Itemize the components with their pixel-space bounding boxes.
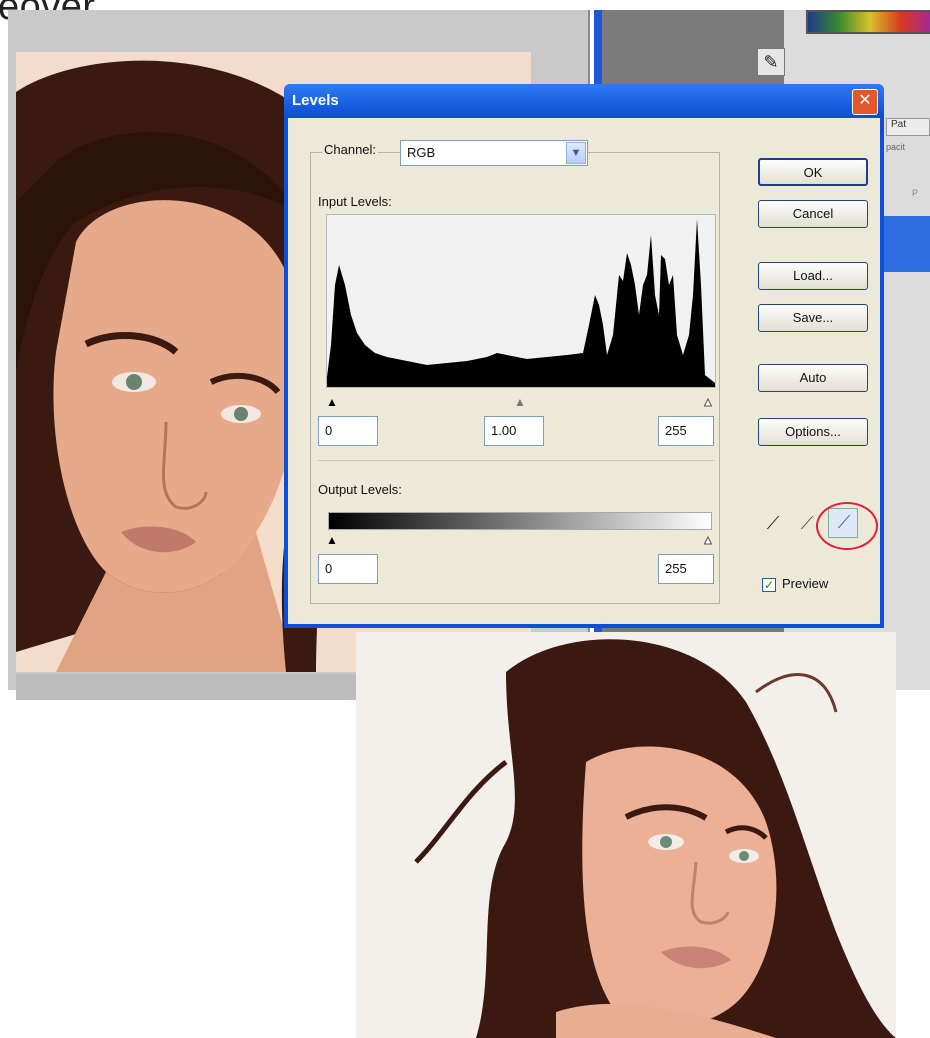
dialog-body: Channel: RGB ▼ Input Levels: ▲ ▲ ▲ 0 1.0… bbox=[288, 118, 880, 624]
white-point-handle[interactable]: ▲ bbox=[702, 396, 715, 409]
tool-icon[interactable]: ✎ bbox=[757, 48, 785, 76]
dialog-title: Levels bbox=[292, 92, 339, 109]
dialog-title-bar[interactable]: Levels ✕ bbox=[284, 84, 884, 118]
black-point-handle[interactable]: ▲ bbox=[326, 396, 338, 408]
output-white-handle[interactable]: ▲ bbox=[702, 534, 715, 547]
preview-checkbox[interactable]: ✓ bbox=[762, 578, 776, 592]
gamma-handle[interactable]: ▲ bbox=[514, 396, 526, 408]
output-gradient bbox=[328, 512, 712, 530]
portrait-photo-after bbox=[356, 632, 896, 1038]
input-white-field[interactable]: 255 bbox=[658, 416, 714, 446]
channel-label: Channel: bbox=[322, 142, 379, 157]
input-slider[interactable]: ▲ ▲ ▲ bbox=[326, 396, 715, 409]
output-levels-label: Output Levels: bbox=[318, 482, 402, 497]
ok-button[interactable]: OK bbox=[758, 158, 868, 186]
load-button[interactable]: Load... bbox=[758, 262, 868, 290]
channel-value: RGB bbox=[407, 145, 436, 160]
cancel-button[interactable]: Cancel bbox=[758, 200, 868, 228]
eyedropper-black-icon[interactable]: ⟋ bbox=[762, 512, 784, 534]
save-button[interactable]: Save... bbox=[758, 304, 868, 332]
channel-select[interactable]: RGB ▼ bbox=[400, 140, 588, 166]
panel-text: pacit bbox=[886, 142, 906, 152]
input-levels-label: Input Levels: bbox=[318, 194, 392, 209]
portrait-after-image bbox=[356, 632, 896, 1038]
panel-tab[interactable]: Pat bbox=[886, 118, 930, 136]
divider bbox=[318, 460, 714, 461]
eyedropper-gray-icon[interactable]: ⟋ bbox=[796, 512, 818, 534]
auto-button[interactable]: Auto bbox=[758, 364, 868, 392]
output-white-field[interactable]: 255 bbox=[658, 554, 714, 584]
output-black-handle[interactable]: ▲ bbox=[326, 534, 338, 546]
options-button[interactable]: Options... bbox=[758, 418, 868, 446]
levels-dialog: Levels ✕ Channel: RGB ▼ Input Levels: ▲ … bbox=[284, 84, 884, 628]
output-black-field[interactable]: 0 bbox=[318, 554, 378, 584]
panel-text: P bbox=[912, 188, 919, 198]
output-slider[interactable]: ▲ ▲ bbox=[326, 534, 715, 547]
histogram bbox=[326, 214, 716, 388]
close-icon: ✕ bbox=[858, 92, 872, 109]
close-button[interactable]: ✕ bbox=[852, 89, 878, 115]
selected-layer-row[interactable] bbox=[884, 216, 930, 272]
chevron-down-icon[interactable]: ▼ bbox=[566, 142, 586, 164]
input-gamma-field[interactable]: 1.00 bbox=[484, 416, 544, 446]
input-black-field[interactable]: 0 bbox=[318, 416, 378, 446]
color-swatch-bar[interactable] bbox=[806, 10, 930, 34]
highlight-circle bbox=[816, 502, 878, 550]
preview-label[interactable]: Preview bbox=[782, 576, 828, 591]
